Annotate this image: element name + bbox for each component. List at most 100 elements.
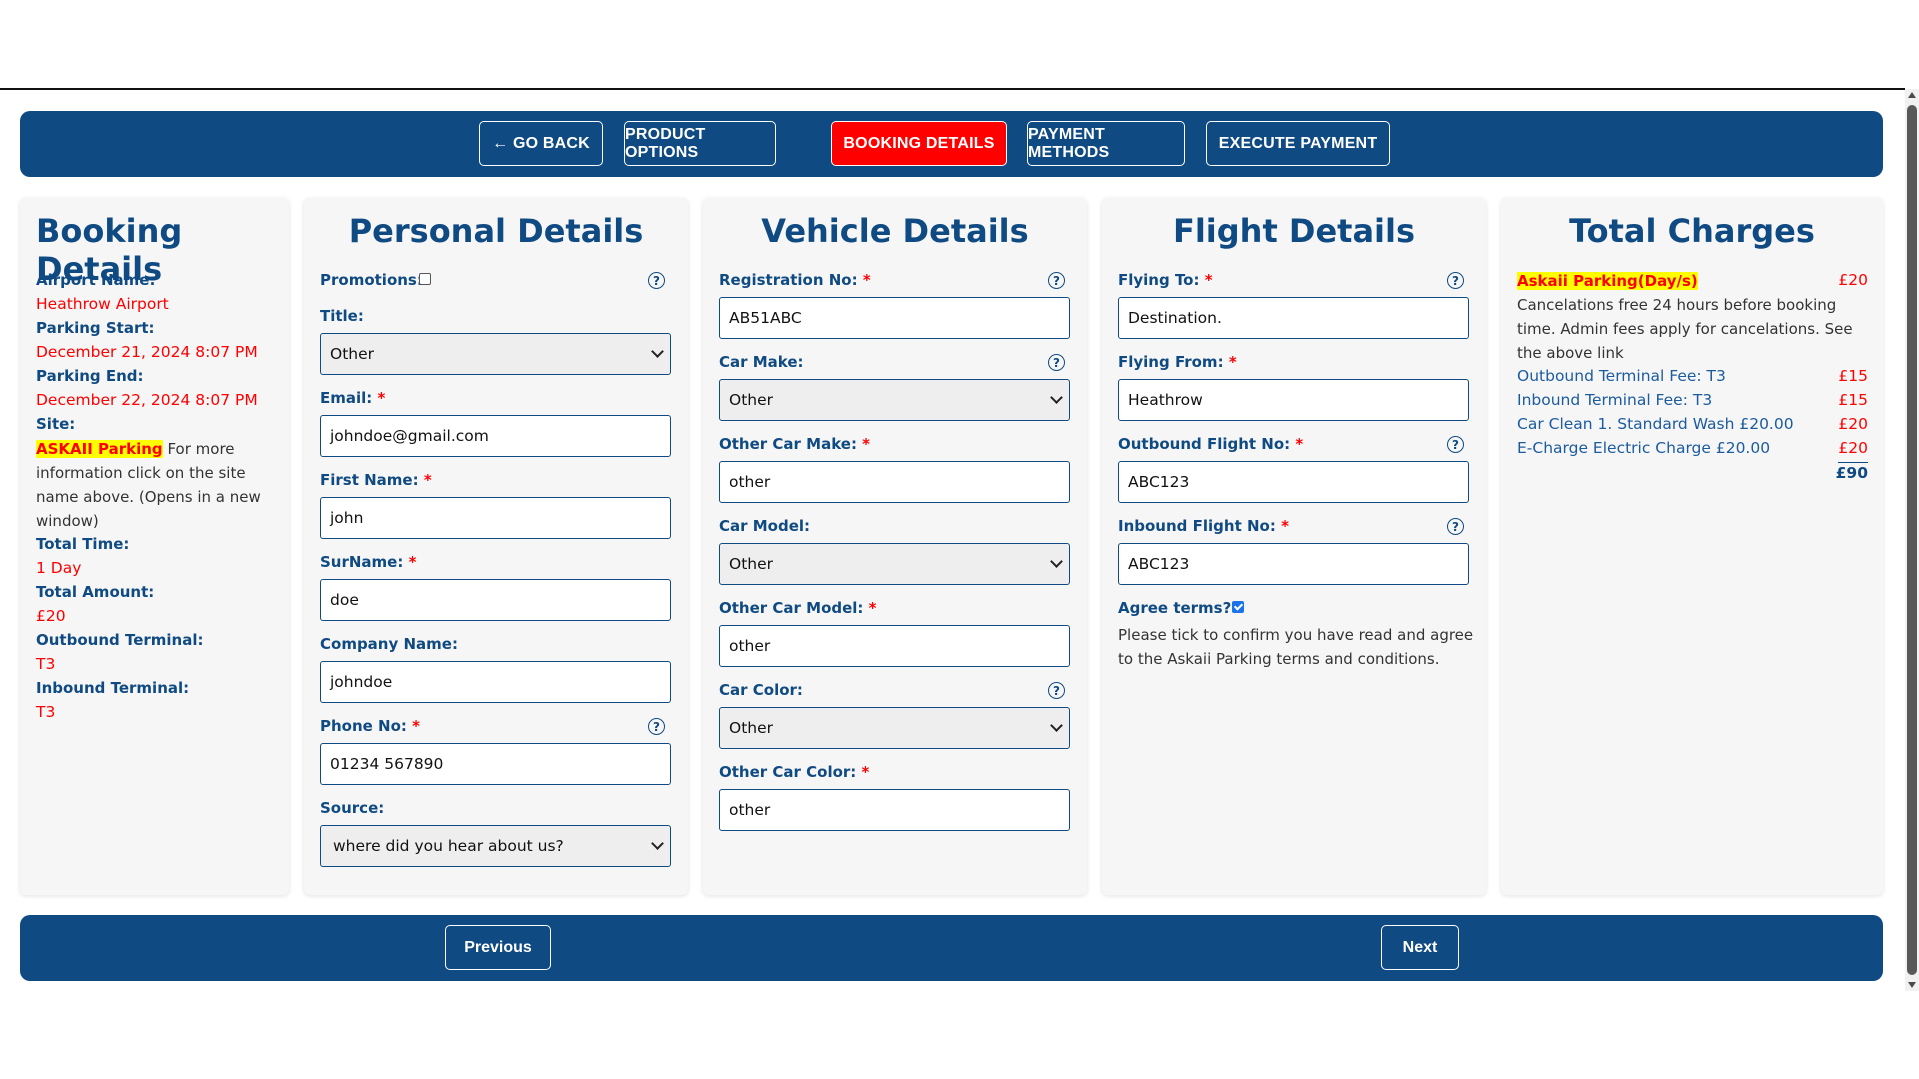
outbound-flight-help-icon[interactable]: ? <box>1447 436 1464 453</box>
page-scrollbar[interactable] <box>1905 89 1919 991</box>
outbound-terminal-label: Outbound Terminal: <box>36 631 204 649</box>
charge-item-amount: £20 <box>1838 439 1868 457</box>
email-label: Email: * <box>320 389 386 407</box>
site-link[interactable]: ASKAII Parking <box>36 440 163 458</box>
scrollbar-thumb[interactable] <box>1907 105 1917 975</box>
charge-item-amount: £15 <box>1838 367 1868 385</box>
main-charge-amount: £20 <box>1838 271 1868 289</box>
company-name-label: Company Name: <box>320 635 458 653</box>
main-charge-name: Askaii Parking(Day/s) <box>1517 272 1698 290</box>
total-amount-label: Total Amount: <box>36 583 155 601</box>
car-make-label: Car Make: <box>719 353 804 371</box>
site-info-text-2: information click on the site <box>36 464 246 482</box>
total-charges-title: Total Charges <box>1569 212 1815 250</box>
title-select[interactable]: Other <box>320 333 671 375</box>
flying-to-label: Flying To: * <box>1118 271 1213 289</box>
source-select[interactable]: where did you hear about us? <box>320 825 671 867</box>
promotions-checkbox[interactable] <box>419 273 431 285</box>
flight-details-panel: Flight Details Flying To: * ? Destinatio… <box>1102 198 1486 895</box>
tab-product-options[interactable]: PRODUCT OPTIONS <box>624 121 776 166</box>
next-button[interactable]: Next <box>1381 925 1459 970</box>
chevron-down-icon <box>1050 555 1063 568</box>
flying-to-help-icon[interactable]: ? <box>1447 272 1464 289</box>
charge-item-name: Outbound Terminal Fee: T3 <box>1517 367 1726 385</box>
first-name-field[interactable]: john <box>320 497 671 539</box>
charge-item-amount: £20 <box>1838 415 1868 433</box>
booking-details-panel: Booking Details Airport Name: Heathrow A… <box>20 198 289 895</box>
flying-to-field[interactable]: Destination. <box>1118 297 1469 339</box>
phone-field[interactable]: 01234 567890 <box>320 743 671 785</box>
parking-start-label: Parking Start: <box>36 319 155 337</box>
chevron-down-icon <box>651 837 664 850</box>
charge-item-name: E-Charge Electric Charge £20.00 <box>1517 439 1771 457</box>
tab-payment-methods[interactable]: PAYMENT METHODS <box>1027 121 1185 166</box>
charge-item-name: Inbound Terminal Fee: T3 <box>1517 391 1713 409</box>
total-time-value: 1 Day <box>36 559 82 577</box>
car-color-help-icon[interactable]: ? <box>1048 682 1065 699</box>
vehicle-details-title: Vehicle Details <box>761 212 1029 250</box>
phone-label: Phone No: * <box>320 717 421 735</box>
tab-execute-payment[interactable]: EXECUTE PAYMENT <box>1206 121 1390 166</box>
other-car-color-label: Other Car Color: * <box>719 763 870 781</box>
site-info-text-4: window) <box>36 512 99 530</box>
inbound-flight-label: Inbound Flight No: * <box>1118 517 1289 535</box>
inbound-flight-field[interactable]: ABC123 <box>1118 543 1469 585</box>
other-car-make-field[interactable]: other <box>719 461 1070 503</box>
promotions-label: Promotions: <box>320 271 423 289</box>
promotions-help-icon[interactable]: ? <box>648 272 665 289</box>
outbound-flight-field[interactable]: ABC123 <box>1118 461 1469 503</box>
car-make-help-icon[interactable]: ? <box>1048 354 1065 371</box>
go-back-button[interactable]: ← GO BACK <box>479 121 603 166</box>
charge-item-name: Car Clean 1. Standard Wash £20.00 <box>1517 415 1794 433</box>
car-model-select[interactable]: Other <box>719 543 1070 585</box>
site-info: ASKAII Parking For more information clic… <box>36 437 286 533</box>
inbound-terminal-value: T3 <box>36 703 56 721</box>
parking-end-label: Parking End: <box>36 367 144 385</box>
chevron-down-icon <box>1050 719 1063 732</box>
car-make-select[interactable]: Other <box>719 379 1070 421</box>
personal-details-panel: Personal Details Promotions: ? Title: Ot… <box>304 198 688 895</box>
registration-help-icon[interactable]: ? <box>1048 272 1065 289</box>
total-amount-value: £20 <box>36 607 66 625</box>
registration-field[interactable]: AB51ABC <box>719 297 1070 339</box>
company-name-field[interactable]: johndoe <box>320 661 671 703</box>
car-color-select[interactable]: Other <box>719 707 1070 749</box>
agree-terms-text: Please tick to confirm you have read and… <box>1118 626 1474 668</box>
surname-label: SurName: * <box>320 553 417 571</box>
parking-start-value: December 21, 2024 8:07 PM <box>36 343 258 361</box>
inbound-terminal-label: Inbound Terminal: <box>36 679 190 697</box>
site-label: Site: <box>36 415 76 433</box>
vehicle-details-panel: Vehicle Details Registration No: * ? AB5… <box>703 198 1087 895</box>
car-color-label: Car Color: <box>719 681 803 699</box>
registration-label: Registration No: * <box>719 271 871 289</box>
surname-field[interactable]: doe <box>320 579 671 621</box>
email-field[interactable]: johndoe@gmail.com <box>320 415 671 457</box>
outbound-terminal-value: T3 <box>36 655 56 673</box>
parking-end-value: December 22, 2024 8:07 PM <box>36 391 258 409</box>
other-car-model-label: Other Car Model: * <box>719 599 877 617</box>
inbound-flight-help-icon[interactable]: ? <box>1447 518 1464 535</box>
agree-terms-label: Agree terms? * <box>1118 599 1244 617</box>
flying-from-field[interactable]: Heathrow <box>1118 379 1469 421</box>
previous-button[interactable]: Previous <box>445 925 551 970</box>
charges-total: £90 <box>1835 464 1868 482</box>
tab-booking-details[interactable]: BOOKING DETAILS <box>831 121 1007 166</box>
other-car-model-field[interactable]: other <box>719 625 1070 667</box>
chevron-down-icon <box>1050 391 1063 404</box>
airport-name-value: Heathrow Airport <box>36 295 169 313</box>
other-car-make-label: Other Car Make: * <box>719 435 871 453</box>
scroll-down-icon[interactable] <box>1908 982 1916 988</box>
page-bottom-area <box>0 991 1905 1079</box>
site-info-text-3: name above. (Opens in a new <box>36 488 261 506</box>
total-charges-panel: Total Charges Askaii Parking(Day/s) £20 … <box>1501 198 1883 895</box>
other-car-color-field[interactable]: other <box>719 789 1070 831</box>
agree-terms-checkbox[interactable] <box>1232 601 1244 613</box>
title-label: Title: <box>320 307 364 325</box>
total-time-label: Total Time: <box>36 535 130 553</box>
charge-item-amount: £15 <box>1838 391 1868 409</box>
scroll-up-icon[interactable] <box>1908 92 1916 98</box>
window-top-border <box>0 88 1905 90</box>
footer-navigation-bar: Previous Next <box>20 915 1883 981</box>
phone-help-icon[interactable]: ? <box>648 718 665 735</box>
first-name-label: First Name: * <box>320 471 432 489</box>
